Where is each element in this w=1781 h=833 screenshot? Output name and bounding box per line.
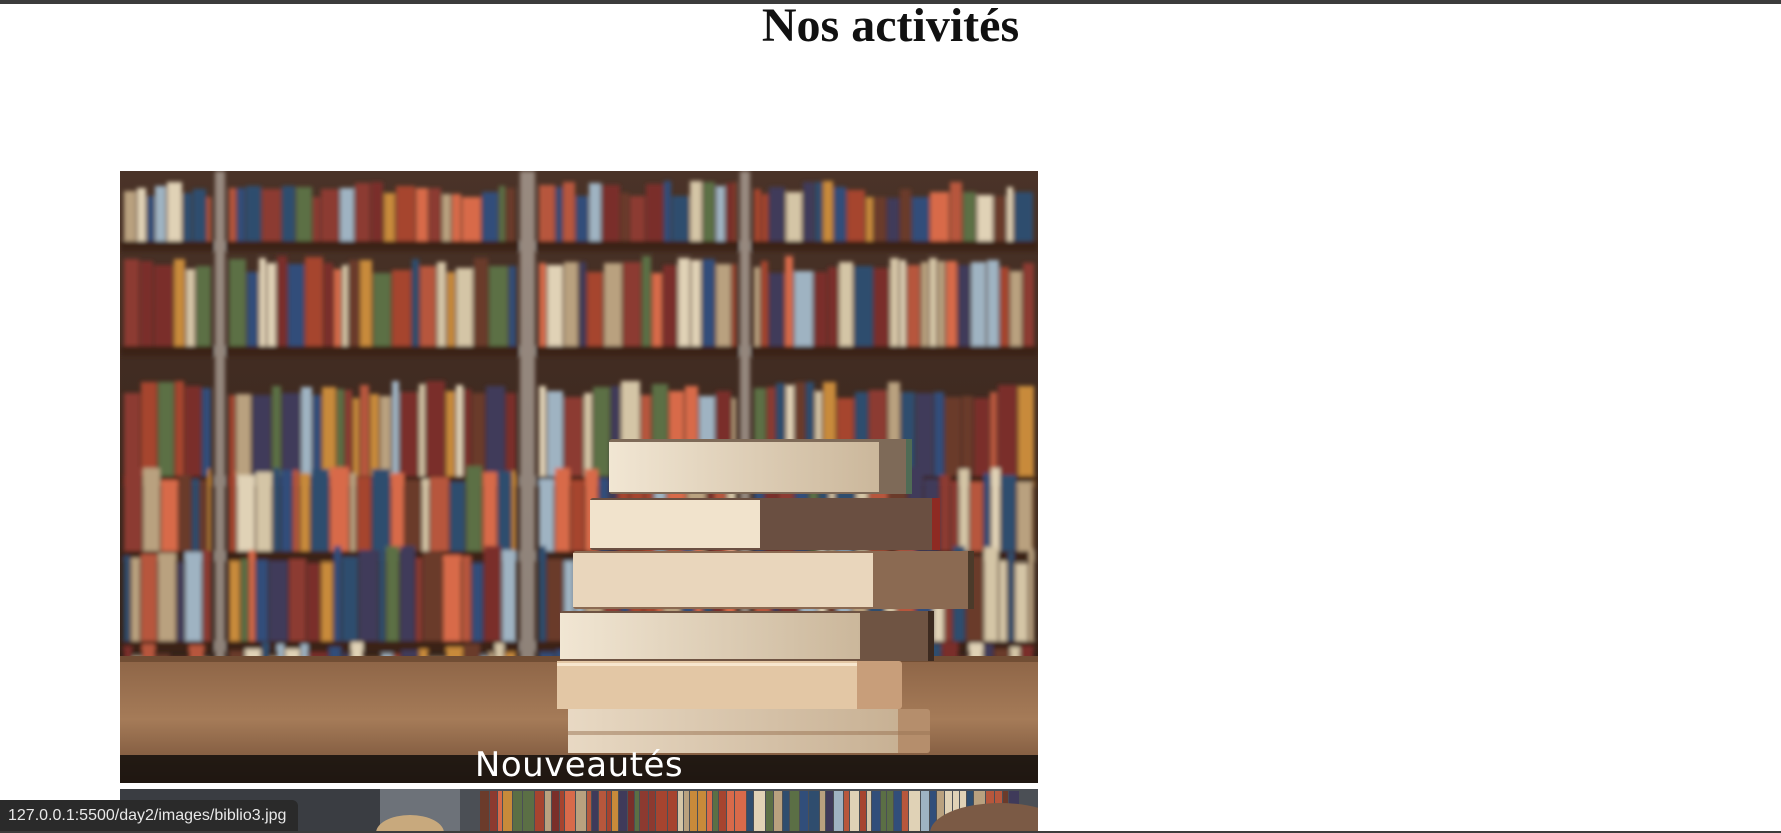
link-preview-status-bar: 127.0.0.1:5500/day2/images/biblio3.jpg	[0, 800, 299, 831]
activity-card-nouveautes[interactable]: Nouveautés	[120, 171, 1038, 783]
activity-caption: Nouveautés	[474, 745, 684, 783]
activity-photo-books	[120, 171, 1038, 783]
page-title: Nos activités	[761, 0, 1020, 52]
